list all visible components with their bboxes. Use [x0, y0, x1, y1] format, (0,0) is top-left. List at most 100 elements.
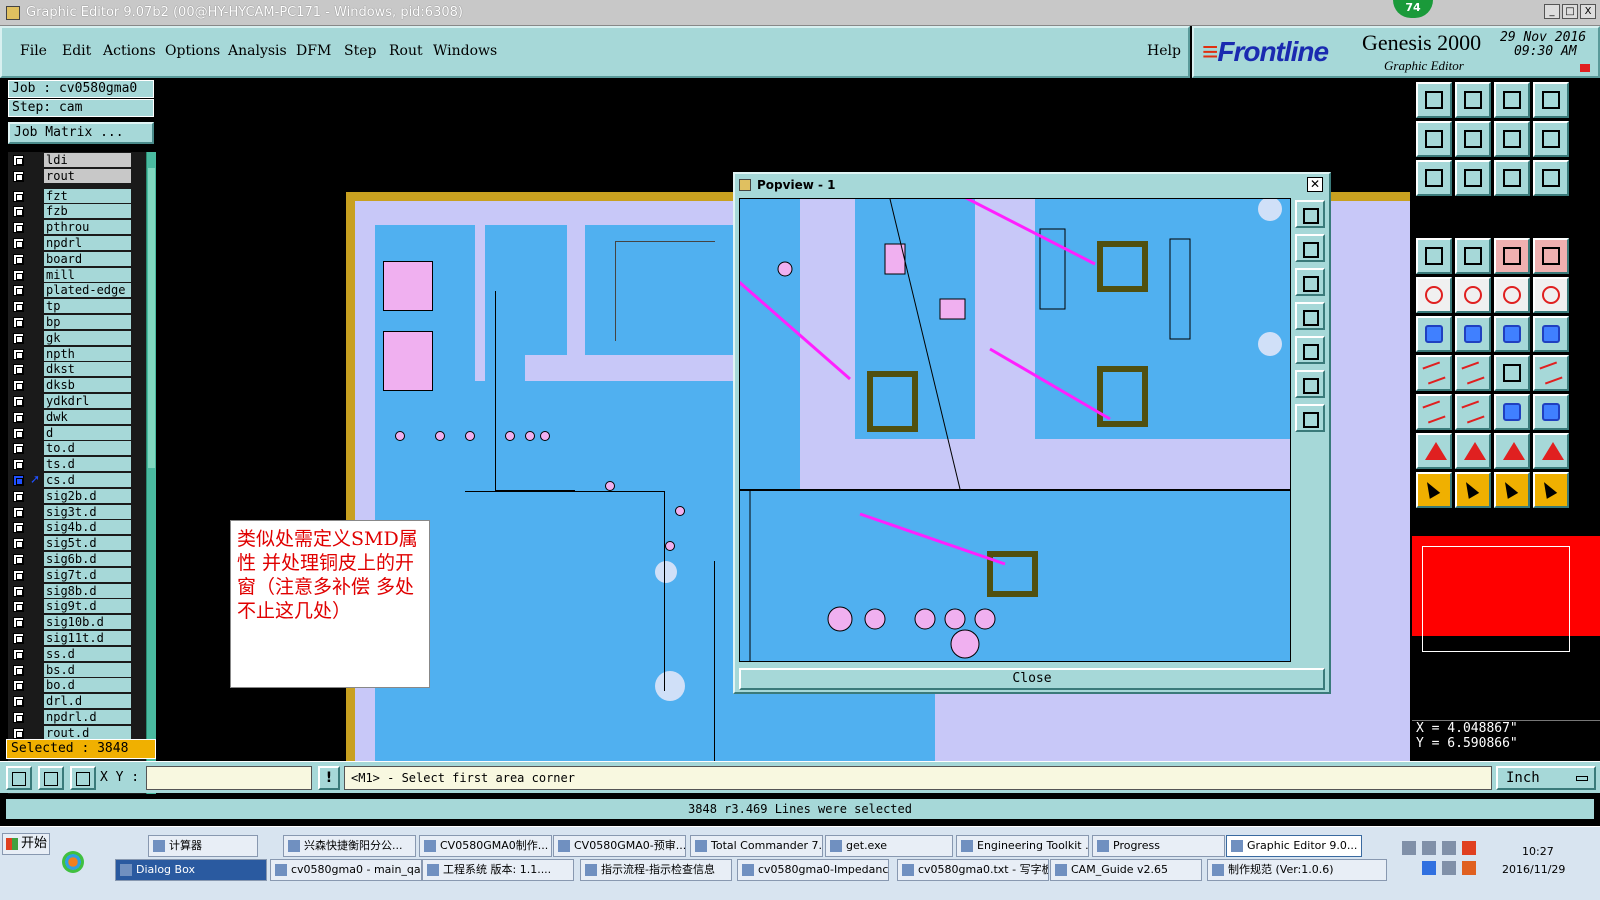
redline-icon[interactable] — [1455, 277, 1491, 313]
taskbar-button[interactable]: CV0580GMA0制作... — [419, 835, 552, 857]
layer-name[interactable]: sig2b.d — [44, 488, 131, 503]
rotate-icon[interactable] — [1494, 355, 1530, 391]
triangle-a-icon[interactable] — [1455, 433, 1491, 469]
xy-input[interactable] — [146, 766, 312, 790]
taskbar-button[interactable]: cv0580gma0 - main_qa — [270, 859, 422, 881]
layer-name[interactable]: sig6b.d — [44, 551, 131, 566]
layer-row[interactable]: dwk — [8, 409, 146, 425]
layer-row[interactable]: npdrl — [8, 235, 146, 251]
warning-icon[interactable]: ! — [318, 766, 340, 790]
layer-checkbox[interactable] — [13, 474, 24, 486]
snap-icon[interactable] — [1494, 238, 1530, 274]
layer-checkbox[interactable] — [13, 632, 24, 644]
layer-name[interactable]: rout — [44, 168, 131, 183]
taskbar-button[interactable]: 工程系统 版本: 1.1.... — [422, 859, 574, 881]
layer-row[interactable]: board — [8, 251, 146, 267]
home-icon[interactable] — [1494, 82, 1530, 118]
help-icon[interactable] — [1533, 160, 1569, 196]
layer-row[interactable]: ydkdrl — [8, 393, 146, 409]
layer-checkbox[interactable] — [13, 380, 24, 392]
layer-name[interactable]: ts.d — [44, 457, 131, 472]
layer-checkbox[interactable] — [13, 696, 24, 708]
layer-checkbox[interactable] — [13, 155, 24, 166]
layer-row[interactable]: sig6b.d — [8, 551, 146, 567]
line-node-icon[interactable] — [1494, 316, 1530, 352]
clock-date[interactable]: 2016/11/29 — [1502, 863, 1565, 876]
taskbar-button[interactable]: Graphic Editor 9.0... — [1226, 835, 1362, 857]
edit-line-icon[interactable] — [1416, 355, 1452, 391]
layer-name[interactable]: fzb — [44, 204, 131, 219]
minimize-button[interactable]: _ — [1544, 4, 1560, 19]
layer-name[interactable]: cs.d — [44, 472, 131, 487]
layers-icon[interactable] — [1533, 394, 1569, 430]
popview-pan-left-icon[interactable] — [1295, 302, 1325, 330]
taskbar-button[interactable]: cv0580gma0.txt - 写字板 — [897, 859, 1049, 881]
layer-name[interactable]: bp — [44, 314, 131, 329]
clock-time[interactable]: 10:27 — [1522, 845, 1554, 858]
taskbar-button[interactable]: 指示流程-指示检查信息 — [580, 859, 732, 881]
layer-checkbox[interactable] — [13, 601, 24, 613]
layer-checkbox[interactable] — [13, 490, 24, 502]
layer-row[interactable]: plated-edge — [8, 282, 146, 298]
layer-name[interactable]: board — [44, 251, 131, 266]
open-job-icon[interactable] — [1416, 82, 1452, 118]
layer-name[interactable]: sig9t.d — [44, 599, 131, 614]
layer-row[interactable]: sig10b.d — [8, 614, 146, 630]
scale-1-2-icon[interactable] — [1533, 121, 1569, 157]
arc-node-icon[interactable] — [1533, 316, 1569, 352]
layer-checkbox[interactable] — [13, 411, 24, 423]
popview-fit-icon[interactable] — [1295, 370, 1325, 398]
select-box-icon[interactable] — [1455, 472, 1491, 508]
layer-checkbox[interactable] — [13, 506, 24, 518]
layer-checkbox[interactable] — [13, 680, 24, 692]
close-window-button[interactable]: X — [1580, 4, 1596, 19]
menu-rout[interactable]: Rout — [389, 43, 423, 59]
zoom-out-icon[interactable] — [1455, 121, 1491, 157]
taskbar-button[interactable]: Progress — [1092, 835, 1225, 857]
layer-name[interactable]: sig11t.d — [44, 630, 131, 645]
layer-checkbox[interactable] — [13, 522, 24, 534]
layer-checkbox[interactable] — [13, 253, 24, 265]
taskbar-button[interactable]: Engineering Toolkit ... — [956, 835, 1089, 857]
dot-icon[interactable] — [1533, 277, 1569, 313]
taskbar-button[interactable]: CV0580GMA0-预审... — [553, 835, 686, 857]
window-icon[interactable] — [1533, 82, 1569, 118]
layer-name[interactable]: sig3t.d — [44, 504, 131, 519]
ruler-icon[interactable] — [1416, 238, 1452, 274]
net-icon[interactable] — [1416, 316, 1452, 352]
units-select[interactable]: Inch — [1496, 766, 1596, 790]
layer-name[interactable]: tp — [44, 299, 131, 314]
taskbar-button[interactable]: Dialog Box — [115, 859, 267, 881]
layer-name[interactable]: dkst — [44, 362, 131, 377]
circle-icon[interactable] — [1416, 277, 1452, 313]
layer-checkbox[interactable] — [13, 538, 24, 550]
layer-checkbox[interactable] — [13, 711, 24, 723]
layer-name[interactable]: ydkdrl — [44, 393, 131, 408]
layer-row[interactable]: sig5t.d — [8, 535, 146, 551]
layer-name[interactable]: ss.d — [44, 646, 131, 661]
layer-checkbox[interactable] — [13, 348, 24, 360]
line-icon[interactable] — [1455, 355, 1491, 391]
layer-row[interactable]: fzb — [8, 203, 146, 219]
start-button[interactable]: 开始 — [2, 833, 50, 855]
popview-center-icon[interactable] — [1295, 404, 1325, 432]
grid-icon[interactable] — [1455, 238, 1491, 274]
volume-icon[interactable] — [1422, 841, 1436, 855]
layer-checkbox[interactable] — [13, 285, 24, 297]
layer-checkbox[interactable] — [13, 170, 24, 182]
zoom-in-icon[interactable] — [1416, 121, 1452, 157]
menu-step[interactable]: Step — [344, 43, 376, 59]
layer-name[interactable]: ldi — [44, 153, 131, 167]
layer-row[interactable]: bp — [8, 314, 146, 330]
layer-name[interactable]: d — [44, 425, 131, 440]
layer-checkbox[interactable] — [13, 237, 24, 249]
layer-row[interactable]: gk — [8, 330, 146, 346]
layer-checkbox[interactable] — [13, 553, 24, 565]
popview-close-icon[interactable]: ✕ — [1307, 177, 1323, 192]
taskbar-button[interactable]: 兴森快捷衡阳分公... — [283, 835, 416, 857]
select-orange-icon[interactable] — [1494, 472, 1530, 508]
popview-zoom-out-icon[interactable] — [1295, 268, 1325, 296]
layer-name[interactable]: drl.d — [44, 694, 131, 709]
layer-checkbox[interactable] — [13, 585, 24, 597]
measure-icon[interactable] — [1494, 277, 1530, 313]
